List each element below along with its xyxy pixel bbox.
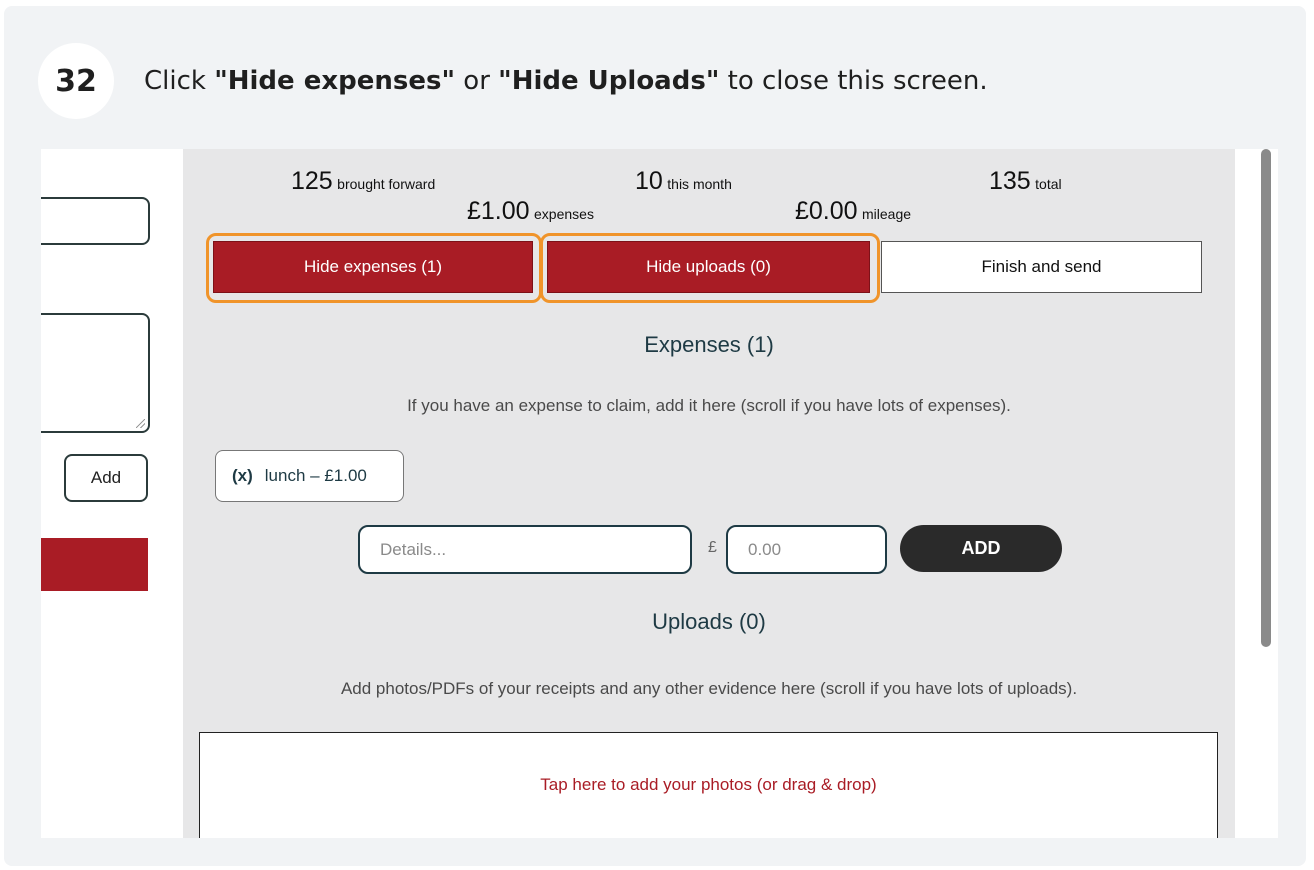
instruction-bold-hide-uploads: "Hide Uploads": [498, 66, 720, 96]
upload-dropzone[interactable]: Tap here to add your photos (or drag & d…: [199, 732, 1218, 838]
currency-symbol: £: [708, 539, 717, 556]
expenses-heading: Expenses (1): [644, 332, 774, 357]
claim-panel: 125 brought forward 10 this month 135 to…: [183, 149, 1235, 838]
add-expense-button[interactable]: ADD: [900, 525, 1062, 572]
uploads-heading: Uploads (0): [652, 609, 766, 634]
finish-and-send-button[interactable]: Finish and send: [881, 241, 1202, 293]
this-month-value: 10: [635, 167, 663, 195]
instruction-text-before: Click: [144, 66, 215, 96]
mileage-label: mileage: [862, 206, 912, 222]
hide-expenses-button[interactable]: Hide expenses (1): [213, 241, 533, 293]
expenses-value: £1.00: [467, 197, 530, 225]
scrollbar-thumb[interactable]: [1261, 149, 1271, 647]
step-number-badge: 32: [38, 43, 114, 119]
dropzone-text: Tap here to add your photos (or drag & d…: [540, 775, 877, 794]
expense-item-label: lunch – £1.00: [264, 466, 367, 485]
left-red-button[interactable]: [41, 538, 148, 591]
left-text-input[interactable]: [41, 197, 150, 245]
amount-input[interactable]: 0.00: [726, 525, 887, 574]
scrollbar-track[interactable]: [1235, 149, 1278, 838]
stat-brought-forward: 125 brought forward: [291, 167, 435, 196]
instruction-text-mid: or: [455, 66, 499, 96]
details-input[interactable]: Details...: [358, 525, 692, 574]
step-instruction: Click "Hide expenses" or "Hide Uploads" …: [144, 66, 988, 96]
brought-forward-label: brought forward: [337, 176, 436, 192]
details-placeholder: Details...: [380, 539, 447, 559]
left-textarea[interactable]: [41, 313, 150, 433]
stat-this-month: 10 this month: [635, 167, 732, 196]
hide-uploads-button[interactable]: Hide uploads (0): [547, 241, 870, 293]
screenshot-area: Add 125 brought forward 10 this month 13…: [41, 149, 1278, 838]
stat-mileage: £0.00 mileage: [795, 197, 911, 226]
brought-forward-value: 125: [291, 167, 333, 195]
remove-expense-button[interactable]: (x): [232, 466, 253, 486]
total-value: 135: [989, 167, 1031, 195]
resize-grip-icon[interactable]: [136, 419, 145, 428]
step-number: 32: [55, 63, 97, 99]
uploads-note: Add photos/PDFs of your receipts and any…: [340, 679, 1078, 698]
total-label: total: [1035, 176, 1062, 192]
instruction-bold-hide-expenses: "Hide expenses": [214, 66, 456, 96]
mileage-value: £0.00: [795, 197, 858, 225]
expenses-label: expenses: [534, 206, 594, 222]
stat-total: 135 total: [989, 167, 1062, 196]
expense-item: (x) lunch – £1.00: [215, 450, 404, 502]
left-form-pane: Add: [41, 149, 183, 838]
expenses-note: If you have an expense to claim, add it …: [407, 396, 1011, 415]
amount-placeholder: 0.00: [748, 539, 782, 559]
stat-expenses: £1.00 expenses: [467, 197, 594, 226]
instruction-text-after: to close this screen.: [719, 66, 988, 96]
this-month-label: this month: [667, 176, 732, 192]
left-add-button[interactable]: Add: [64, 454, 148, 502]
